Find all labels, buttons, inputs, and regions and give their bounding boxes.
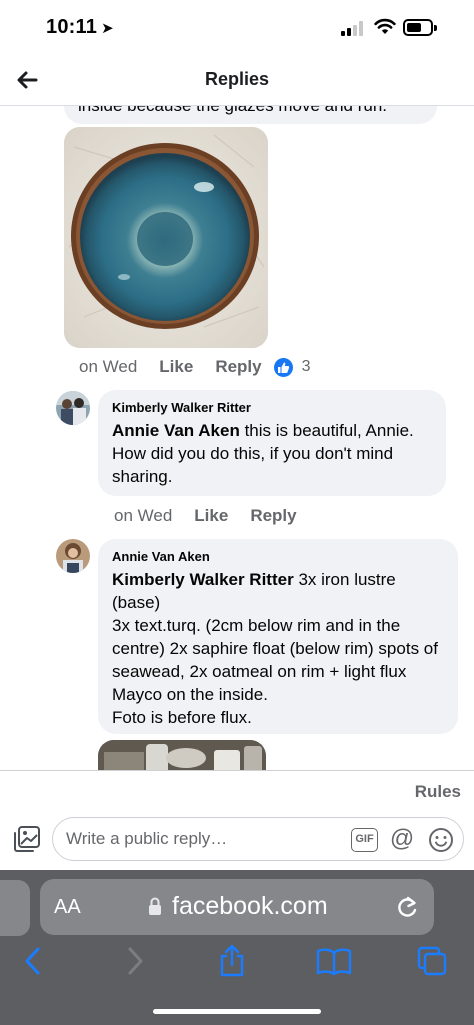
url-text[interactable]: facebook.com [172,892,328,921]
clock: 10:11 [46,16,98,38]
replies-feed[interactable]: inside because the glazes move and run. [0,106,474,770]
cellular-signal-icon [341,20,367,36]
page-title: Replies [204,69,270,89]
glazed-bowl-image [64,127,268,348]
status-bar: 10:11 ➤ [0,0,474,56]
reply-bubble[interactable]: Annie Van Aken Kimberly Walker Ritter 3x… [98,539,458,734]
browser-toolbar: AA facebook.com [0,870,474,1025]
share-icon[interactable] [216,944,248,978]
reply-button[interactable]: Reply [250,506,296,526]
mention-link[interactable]: Annie Van Aken [112,421,240,440]
comment-actions: on Wed Like Reply 3 [79,357,311,377]
wifi-icon [374,18,396,34]
bookmarks-icon[interactable] [316,944,352,978]
reply-photo[interactable] [98,740,266,770]
emoji-icon[interactable] [428,827,454,853]
browser-nav-toolbar [0,944,474,984]
comment-bubble-cutoff: inside because the glazes move and run. [64,106,437,124]
comment-text: inside because the glazes move and run. [78,106,387,116]
battery-icon [403,19,437,36]
status-time: 10:11 ➤ [46,16,114,39]
reply-text: Annie Van Aken this is beautiful, Annie.… [112,419,432,488]
reply-author[interactable]: Annie Van Aken [112,549,444,564]
reply-timestamp: on Wed [114,506,173,525]
aa-label: AA [54,896,81,918]
lock-icon [149,897,161,915]
reply-bubble[interactable]: Kimberly Walker Ritter Annie Van Aken th… [98,390,446,496]
reaction-count[interactable]: 3 [302,358,311,376]
comment-timestamp: on Wed [79,357,138,376]
mention-link[interactable]: Kimberly Walker Ritter [112,570,294,589]
nav-header: Replies [0,56,474,106]
like-reaction-icon[interactable] [273,357,293,377]
forward-icon[interactable] [118,944,150,978]
reply-button[interactable]: Reply [215,357,261,377]
home-indicator[interactable] [153,1009,321,1014]
back-icon[interactable] [18,944,50,978]
reply-body-line: Foto is before flux. [112,708,252,727]
comment-photo[interactable] [64,127,268,348]
reply-text: Kimberly Walker Ritter 3x iron lustre (b… [112,568,444,614]
reload-icon[interactable] [395,894,419,920]
like-button[interactable]: Like [159,357,193,377]
avatar[interactable] [56,391,90,425]
rules-link[interactable]: Rules [415,782,461,802]
reply-actions: on Wed Like Reply [114,506,319,526]
address-bar[interactable]: AA facebook.com [40,879,434,935]
reply-composer: Rules GIF @ [0,770,474,870]
reader-settings-button[interactable]: AA [54,896,81,919]
gif-icon[interactable]: GIF [351,828,378,852]
mention-icon[interactable]: @ [389,827,415,853]
location-arrow-icon: ➤ [101,20,114,37]
photo-icon[interactable] [13,825,41,853]
like-button[interactable]: Like [194,506,228,526]
tabs-icon[interactable] [416,944,448,978]
reply-body-line: 3x text.turq. (2cm below rim and in the … [112,616,438,704]
avatar[interactable] [56,539,90,573]
previous-tab-peek[interactable] [0,880,30,936]
reply-author[interactable]: Kimberly Walker Ritter [112,400,432,415]
